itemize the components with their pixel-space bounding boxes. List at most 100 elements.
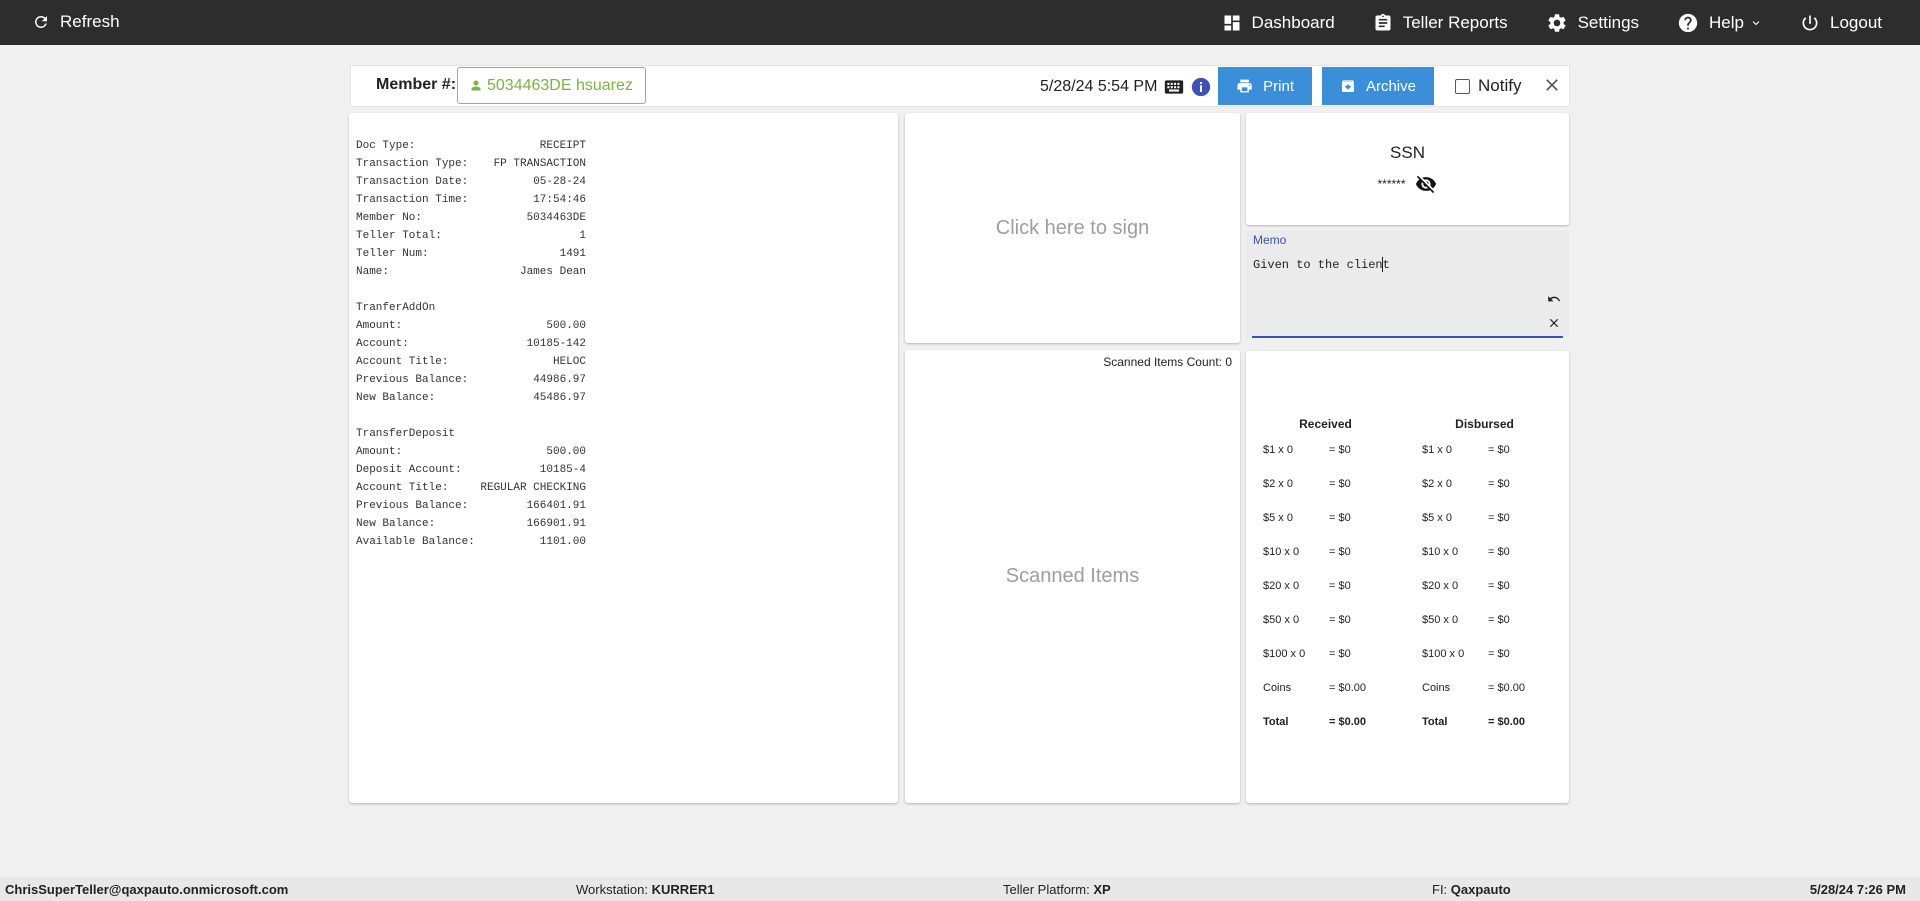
receipt-line: Account Title: REGULAR CHECKING: [356, 479, 586, 497]
receipt-key: Teller Total:: [356, 230, 442, 242]
cash-amount: = $0: [1329, 444, 1351, 456]
receipt-value: 10185-142: [526, 338, 586, 350]
footer-fi-label: FI:: [1432, 882, 1448, 897]
archive-button[interactable]: Archive: [1322, 67, 1434, 105]
memo-input[interactable]: Given to the client: [1253, 258, 1390, 272]
eye-off-icon[interactable]: [1414, 173, 1438, 195]
receipt-value: 1491: [559, 248, 586, 260]
notify-checkbox[interactable]: Notify: [1455, 76, 1521, 96]
help-button[interactable]: Help: [1677, 12, 1762, 34]
cash-denomination: $50 x 0: [1263, 614, 1300, 626]
footer-workstation: Workstation: KURRER1: [576, 882, 714, 897]
receipt-key: Account:: [356, 338, 409, 350]
cash-row: $100 x 0 = $0: [1263, 648, 1418, 682]
receipt-value: HELOC: [552, 356, 586, 368]
cash-amount: = $0: [1329, 580, 1351, 592]
receipt-key: Name:: [356, 266, 390, 278]
close-icon[interactable]: [1542, 75, 1562, 95]
receipt-value: REGULAR CHECKING: [480, 482, 586, 494]
receipt-value: 500.00: [546, 320, 586, 332]
dashboard-button[interactable]: Dashboard: [1222, 13, 1335, 33]
receipt-key: Amount:: [356, 320, 403, 332]
refresh-button[interactable]: Refresh: [32, 12, 120, 32]
clear-icon[interactable]: [1547, 316, 1561, 330]
print-label: Print: [1263, 77, 1294, 95]
cash-total-amount: = $0.00: [1488, 716, 1526, 728]
footer-user-value: ChrisSuperTeller@qaxpauto.onmicrosoft.co…: [5, 882, 289, 897]
ssn-panel: SSN ******: [1246, 113, 1569, 225]
keyboard-icon[interactable]: [1164, 79, 1184, 95]
receipt-key: Teller Num:: [356, 248, 429, 260]
receipt-line: Account: 10185-142: [356, 335, 586, 353]
notify-label: Notify: [1478, 76, 1522, 95]
cash-denomination: $2 x 0: [1263, 478, 1293, 490]
refresh-label: Refresh: [60, 12, 120, 31]
cash-denomination: $2 x 0: [1422, 478, 1452, 490]
footer-fi: FI: Qaxpauto: [1432, 882, 1511, 897]
undo-icon[interactable]: [1547, 292, 1561, 306]
receipt-key: Available Balance:: [356, 536, 475, 548]
gear-icon: [1548, 13, 1566, 32]
cash-row: $10 x 0 = $0: [1422, 546, 1577, 580]
cash-amount: = $0.00: [1488, 682, 1526, 694]
receipt-value: 44986.97: [533, 374, 586, 386]
receipt-line: Amount: 500.00: [356, 443, 586, 461]
signature-pad[interactable]: Click here to sign: [905, 113, 1240, 343]
print-button[interactable]: Print: [1218, 67, 1312, 105]
receipt-key: Transaction Date:: [356, 176, 469, 188]
teller-reports-button[interactable]: Teller Reports: [1373, 13, 1508, 33]
ssn-masked-value: ******: [1377, 177, 1406, 191]
cash-amount: = $0: [1329, 512, 1351, 524]
cash-amount: = $0: [1329, 478, 1351, 490]
power-icon: [1802, 15, 1818, 30]
cash-total-row: Total = $0.00: [1263, 716, 1418, 750]
cash-denomination: $100 x 0: [1422, 648, 1465, 660]
cash-denomination: $20 x 0: [1263, 580, 1300, 592]
receipt-section-deposit: Amount: 500.00 Deposit Account: 10185-4 Ac…: [356, 443, 898, 551]
user-icon: [471, 80, 481, 91]
logout-button[interactable]: Logout: [1800, 13, 1882, 33]
archive-icon: [1341, 80, 1354, 92]
cash-denomination: $50 x 0: [1422, 614, 1459, 626]
refresh-icon: [35, 16, 47, 28]
cash-amount: = $0: [1488, 614, 1510, 626]
receipt-value: James Dean: [519, 266, 586, 278]
receipt-line: Transaction Type: FP TRANSACTION: [356, 155, 586, 173]
receipt-value: FP TRANSACTION: [493, 158, 586, 170]
receipt-value: 166901.91: [526, 518, 586, 530]
cash-amount: = $0: [1488, 478, 1510, 490]
cash-row: $10 x 0 = $0: [1263, 546, 1418, 580]
cash-row: $50 x 0 = $0: [1422, 614, 1577, 648]
text-cursor: [1382, 257, 1383, 272]
cash-total-row: Total = $0.00: [1422, 716, 1577, 750]
cash-denomination: $5 x 0: [1422, 512, 1452, 524]
receipt-value: RECEIPT: [539, 140, 586, 152]
cash-amount: = $0: [1488, 546, 1510, 558]
member-chip[interactable]: 5034463DE hsuarez: [457, 67, 646, 104]
cash-total-amount: = $0.00: [1329, 716, 1367, 728]
receipt-key: Amount:: [356, 446, 403, 458]
receipt-line: Previous Balance: 166401.91: [356, 497, 586, 515]
member-chip-label: 5034463DE hsuarez: [487, 76, 633, 94]
logout-label: Logout: [1830, 12, 1882, 32]
receipt-section-addon: Amount: 500.00 Account: 10185-142 Account …: [356, 317, 898, 407]
teller-reports-label: Teller Reports: [1402, 12, 1508, 32]
receipt-value: 10185-4: [539, 464, 586, 476]
received-title: Received: [1299, 417, 1352, 431]
info-icon[interactable]: [1191, 77, 1211, 97]
receipt-line: Teller Num: 1491: [356, 245, 586, 263]
receipt-line: Transaction Date: 05-28-24: [356, 173, 586, 191]
ssn-title: SSN: [1390, 143, 1425, 162]
receipt-section-title: TranferAddOn: [356, 302, 436, 314]
footer-fi-value: Qaxpauto: [1450, 882, 1511, 897]
transaction-header: Member #: 5034463DE hsuarez 5/28/24 5:54…: [350, 65, 1570, 107]
notify-checkbox-box[interactable]: [1455, 78, 1470, 94]
memo-field[interactable]: Memo Given to the client: [1246, 230, 1569, 338]
receipt-key: New Balance:: [356, 518, 436, 530]
dashboard-label: Dashboard: [1251, 12, 1335, 32]
archive-label: Archive: [1365, 77, 1416, 95]
settings-button[interactable]: Settings: [1546, 12, 1639, 34]
receipt-line: Teller Total: 1: [356, 227, 586, 245]
cash-row: $1 x 0 = $0: [1263, 444, 1418, 478]
footer-datetime: 5/28/24 7:26 PM: [1810, 882, 1906, 897]
